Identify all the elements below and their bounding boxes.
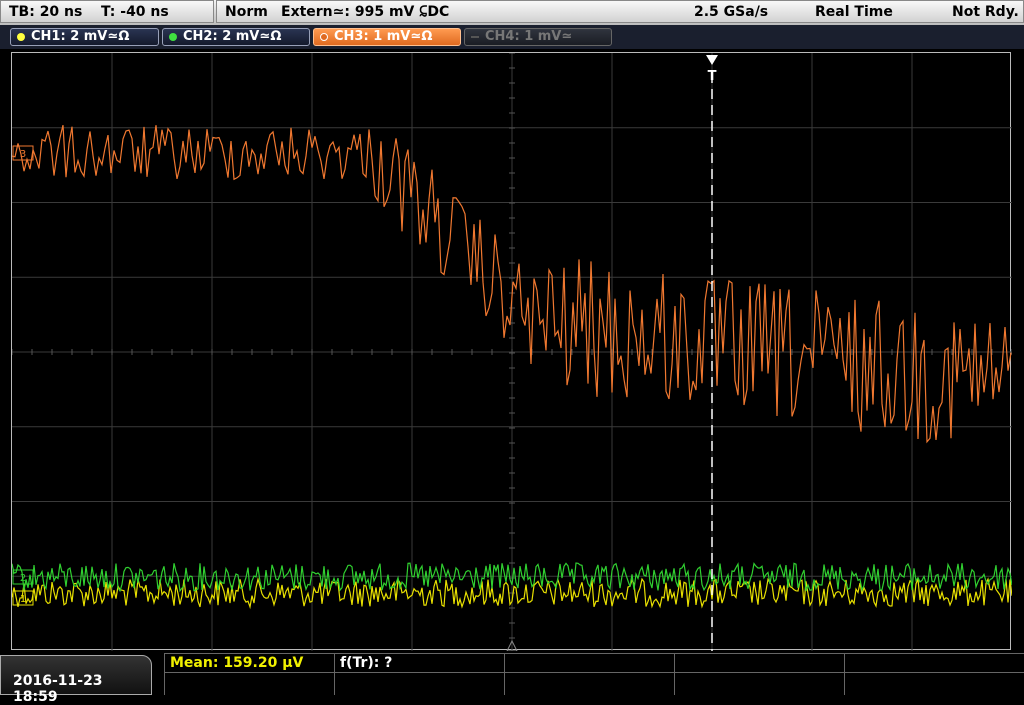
ch2-marker-label: 2 (20, 573, 26, 584)
channel-3-tab[interactable]: CH3: 1 mV≃Ω (313, 28, 461, 46)
graticule (12, 53, 1012, 651)
channel-1-indicator-icon (17, 33, 25, 41)
channel-2-tab[interactable]: CH2: 2 mV≃Ω (162, 28, 310, 46)
measurement-slot-4[interactable] (674, 653, 844, 695)
channel-markers: 3 2 1 (12, 145, 34, 606)
measurement-ftr[interactable]: f(Tr): ? (334, 653, 504, 695)
channel-4-indicator-icon (471, 36, 479, 38)
ftr-value: f(Tr): ? (340, 655, 393, 671)
channel-3-label: CH3: 1 mV≃Ω (334, 29, 433, 44)
trigger-panel[interactable]: Norm Extern≃: 995 mV ⫇DC 2.5 GSa/s Real … (216, 0, 1024, 23)
channel-2-label: CH2: 2 mV≃Ω (183, 29, 282, 44)
mean-value: Mean: 159.20 µV (170, 655, 304, 671)
timebase-label: TB: 20 ns (9, 4, 83, 20)
trigger-source-label: Extern≃: 995 mV ⫇DC (281, 4, 450, 20)
channel-1-tab[interactable]: CH1: 2 mV≃Ω (10, 28, 159, 46)
sample-rate-label: 2.5 GSa/s (694, 4, 769, 20)
channel-bar: CH1: 2 mV≃Ω CH2: 2 mV≃Ω CH3: 1 mV≃Ω CH4:… (0, 25, 1024, 49)
trigger-arrow-icon (706, 55, 718, 65)
channel-1-label: CH1: 2 mV≃Ω (31, 29, 130, 44)
datetime-label: 2016-11-23 18:59 (13, 673, 103, 705)
channel-2-indicator-icon (169, 33, 177, 41)
measurement-mean[interactable]: Mean: 159.20 µV (164, 653, 334, 695)
timebase-panel[interactable]: TB: 20 ns T: -40 ns (0, 0, 214, 23)
acquisition-mode-label: Real Time (815, 4, 893, 20)
datetime-panel: 2016-11-23 18:59 (0, 655, 152, 705)
ch3-marker-label: 3 (20, 149, 26, 160)
channel-4-tab[interactable]: CH4: 1 mV≃ (464, 28, 612, 46)
trigger-time-label: T: -40 ns (101, 4, 169, 20)
trigger-marker-label: T (708, 69, 717, 84)
ch1-marker-label: 1 (20, 594, 26, 605)
measurement-slot-5[interactable] (844, 653, 1024, 695)
status-bar: TB: 20 ns T: -40 ns Norm Extern≃: 995 mV… (0, 0, 1024, 25)
channel-4-label: CH4: 1 mV≃ (485, 29, 573, 44)
channel-3-indicator-icon (320, 33, 328, 41)
trigger-mode-label: Norm (225, 4, 268, 20)
status-label: Not Rdy. (952, 4, 1019, 20)
waveform-display[interactable]: T 3 2 1 (11, 52, 1012, 651)
waveform-svg: T 3 2 1 (12, 53, 1012, 651)
measurement-slot-3[interactable] (504, 653, 674, 695)
